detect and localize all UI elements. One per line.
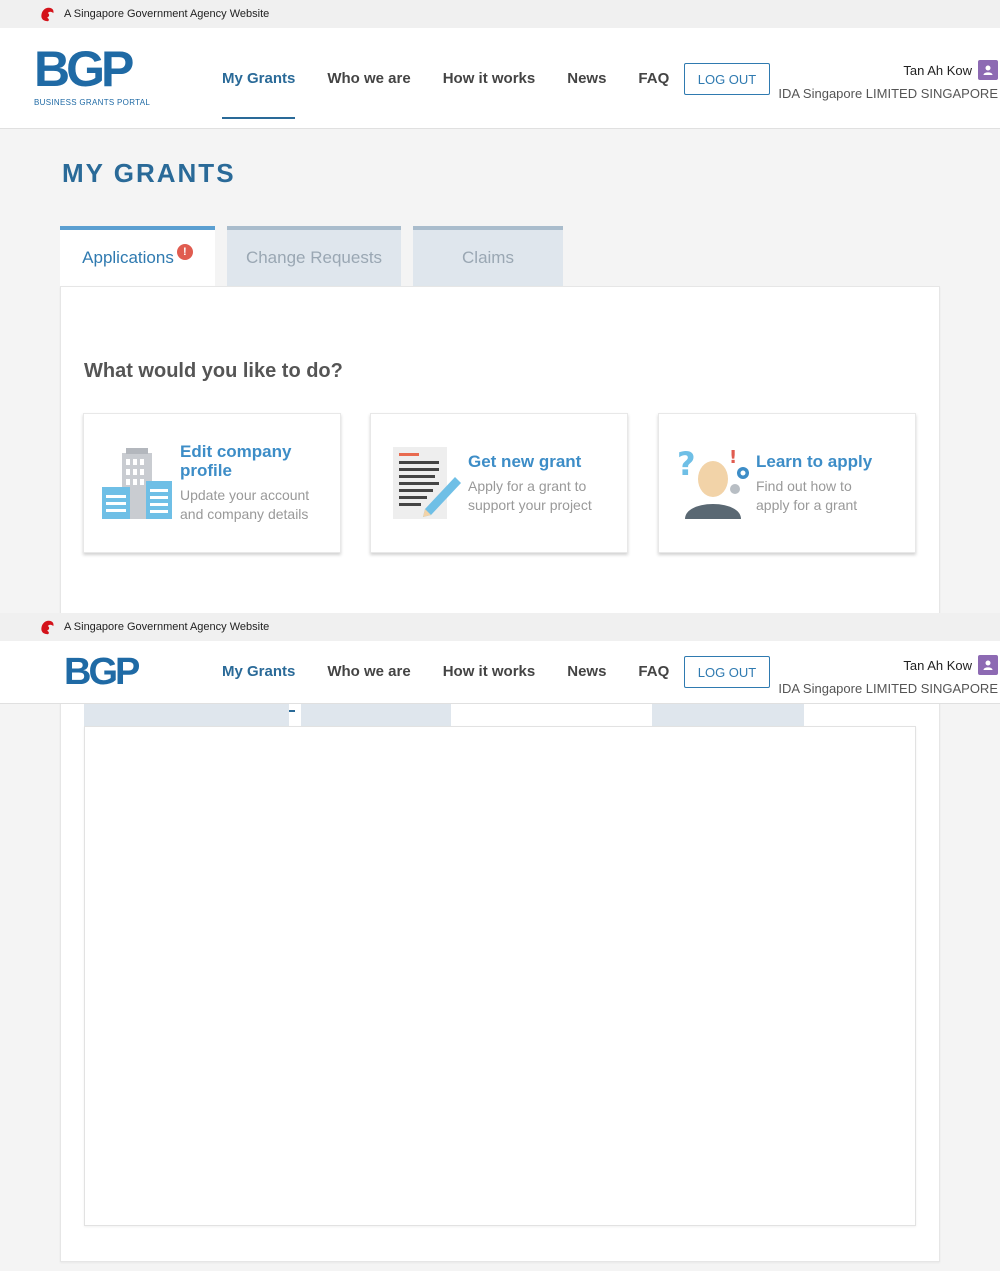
- gov-bar-text: A Singapore Government Agency Website: [64, 8, 270, 20]
- card-desc: Find out how to apply for a grant: [756, 477, 858, 513]
- main-header: BGP BUSINESS GRANTS PORTAL My Grants Who…: [0, 28, 1000, 129]
- gov-bar-text: A Singapore Government Agency Website: [64, 621, 270, 633]
- card-title: Edit company profile: [180, 442, 292, 480]
- svg-text:!: !: [729, 447, 737, 468]
- page-title: MY GRANTS: [62, 158, 236, 188]
- gov-bar: A Singapore Government Agency Website: [0, 0, 1000, 28]
- nav-news[interactable]: News: [567, 70, 606, 87]
- card-title: Get new grant: [468, 451, 582, 471]
- user-name: Tan Ah Kow: [903, 657, 972, 673]
- singapore-lion-icon: [41, 620, 54, 635]
- card-edit-company-profile[interactable]: Edit company profile Update your account…: [83, 413, 341, 553]
- document-pen-icon: [393, 447, 461, 519]
- card-desc: Update your account and company details: [180, 487, 310, 522]
- card-learn-to-apply[interactable]: ? ! Learn to apply Find out how to apply…: [658, 413, 916, 553]
- nav-faq[interactable]: FAQ: [638, 663, 669, 680]
- nav-news[interactable]: News: [567, 663, 606, 680]
- question-person-icon: ? !: [677, 445, 749, 519]
- user-company: IDA Singapore LIMITED SINGAPORE: [778, 681, 998, 696]
- nav-how-it-works[interactable]: How it works: [443, 663, 536, 680]
- nav-faq[interactable]: FAQ: [638, 70, 669, 87]
- user-company: IDA Singapore LIMITED SINGAPORE: [778, 86, 998, 101]
- logo-subtitle: BUSINESS GRANTS PORTAL: [34, 98, 151, 107]
- card-desc: Apply for a grant to support your projec…: [468, 477, 592, 513]
- user-info[interactable]: Tan Ah Kow IDA Singapore LIMITED SINGAPO…: [778, 655, 998, 696]
- sticky-gov-bar: A Singapore Government Agency Website: [0, 613, 1000, 641]
- applications-list-area: [84, 726, 916, 1226]
- card-title: Learn to apply: [756, 451, 873, 471]
- subtab-3[interactable]: [463, 704, 641, 726]
- user-avatar-icon: [978, 655, 998, 675]
- tab-claims-label: Claims: [462, 248, 514, 267]
- card-get-new-grant[interactable]: Get new grant Apply for a grant to suppo…: [370, 413, 628, 553]
- bgp-logo[interactable]: BGP BUSINESS GRANTS PORTAL: [34, 41, 151, 107]
- tab-applications[interactable]: Applications !: [60, 226, 215, 286]
- logout-button[interactable]: LOG OUT: [684, 63, 770, 95]
- subtab-1[interactable]: [84, 704, 289, 726]
- singapore-lion-icon: [41, 7, 54, 22]
- user-info[interactable]: Tan Ah Kow IDA Singapore LIMITED SINGAPO…: [778, 60, 998, 101]
- action-question: What would you like to do?: [84, 360, 343, 382]
- alert-badge-icon: !: [176, 244, 193, 260]
- sticky-header: BGP My Grants Who we are How it works Ne…: [0, 641, 1000, 712]
- tab-claims[interactable]: Claims: [413, 226, 563, 286]
- nav-how-it-works[interactable]: How it works: [443, 70, 536, 87]
- buildings-icon: [102, 448, 172, 519]
- tab-change-requests[interactable]: Change Requests: [227, 226, 401, 286]
- nav-my-grants[interactable]: My Grants: [222, 70, 296, 119]
- tab-change-requests-label: Change Requests: [245, 248, 383, 267]
- main-nav: My Grants Who we are How it works News F…: [222, 70, 701, 119]
- user-name: Tan Ah Kow: [903, 62, 972, 78]
- nav-my-grants[interactable]: My Grants: [222, 663, 296, 712]
- logout-button[interactable]: LOG OUT: [684, 656, 770, 688]
- sticky-logo[interactable]: BGP: [64, 653, 140, 691]
- sticky-nav: My Grants Who we are How it works News F…: [222, 663, 701, 712]
- nav-who-we-are[interactable]: Who we are: [327, 70, 410, 87]
- svg-text:?: ?: [677, 445, 696, 483]
- subtab-2[interactable]: [301, 704, 451, 726]
- user-avatar-icon: [978, 60, 998, 80]
- logo-text: BGP: [34, 41, 134, 97]
- nav-who-we-are[interactable]: Who we are: [327, 663, 410, 680]
- tab-applications-label: Applications: [82, 248, 174, 267]
- subtab-4[interactable]: [652, 704, 804, 726]
